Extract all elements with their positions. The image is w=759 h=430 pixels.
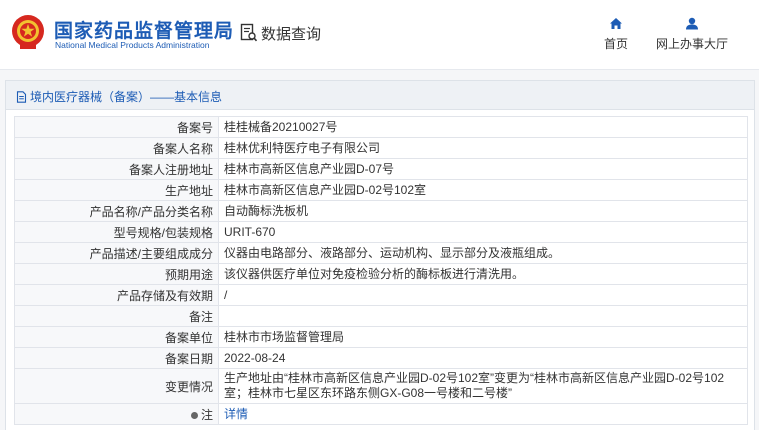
- nav-online-office[interactable]: 网上办事大厅: [652, 17, 732, 52]
- row-value: 桂林市市场监督管理局: [218, 326, 748, 348]
- row-value: 详情: [218, 403, 748, 425]
- pin-icon: [190, 411, 198, 419]
- table-row: 注 详情: [14, 403, 748, 425]
- table-row: 变更情况 生产地址由“桂林市高新区信息产业园D-02号102室”变更为“桂林市高…: [14, 368, 748, 404]
- row-key: 变更情况: [14, 368, 219, 404]
- row-value: /: [218, 284, 748, 306]
- row-key: 备案人注册地址: [14, 158, 219, 180]
- row-value: [218, 305, 748, 327]
- row-value: 2022-08-24: [218, 347, 748, 369]
- row-key: 备案日期: [14, 347, 219, 369]
- panel-header: 境内医疗器械（备案）——基本信息: [6, 81, 754, 110]
- row-key: 备案人名称: [14, 137, 219, 159]
- row-value: URIT-670: [218, 221, 748, 243]
- nav-home-label: 首页: [603, 37, 628, 51]
- row-value: 该仪器供医疗单位对免疫检验分析的酶标板进行清洗用。: [218, 263, 748, 285]
- table-row: 产品名称/产品分类名称 自动酶标洗板机: [14, 200, 748, 222]
- home-icon: [610, 18, 622, 29]
- panel-title-text: 境内医疗器械（备案）——基本信息: [30, 90, 223, 104]
- row-value: 桂林优利特医疗电子有限公司: [218, 137, 748, 159]
- row-value: 桂林市高新区信息产业园D-02号102室: [218, 179, 748, 201]
- data-query-label: 数据查询: [261, 25, 322, 43]
- national-emblem-icon: [12, 15, 44, 49]
- table-row: 产品描述/主要组成成分 仪器由电路部分、液路部分、运动机构、显示部分及液瓶组成。: [14, 242, 748, 264]
- row-key: 生产地址: [14, 179, 219, 201]
- site-title: 国家药品监督管理局: [54, 21, 235, 42]
- document-search-icon: [240, 23, 258, 42]
- detail-link[interactable]: 详情: [224, 407, 248, 421]
- site-subtitle: National Medical Products Administration: [55, 40, 210, 50]
- document-icon: [16, 90, 27, 103]
- info-panel: 境内医疗器械（备案）——基本信息 备案号 桂桂械备20210027号 备案人名称…: [5, 80, 755, 430]
- site-header: 国家药品监督管理局 National Medical Products Admi…: [0, 0, 759, 70]
- table-row: 备案号 桂桂械备20210027号: [14, 116, 748, 138]
- row-key: 预期用途: [14, 263, 219, 285]
- table-row: 产品存储及有效期 /: [14, 284, 748, 306]
- row-key: 型号规格/包装规格: [14, 221, 219, 243]
- row-value: 仪器由电路部分、液路部分、运动机构、显示部分及液瓶组成。: [218, 242, 748, 264]
- row-value: 生产地址由“桂林市高新区信息产业园D-02号102室”变更为“桂林市高新区信息产…: [218, 368, 748, 404]
- table-row: 备案人注册地址 桂林市高新区信息产业园D-07号: [14, 158, 748, 180]
- nav-home[interactable]: 首页: [601, 17, 631, 52]
- row-value: 桂桂械备20210027号: [218, 116, 748, 138]
- row-value: 桂林市高新区信息产业园D-07号: [218, 158, 748, 180]
- table-row: 预期用途 该仪器供医疗单位对免疫检验分析的酶标板进行清洗用。: [14, 263, 748, 285]
- user-icon: [686, 17, 698, 30]
- row-value: 自动酶标洗板机: [218, 200, 748, 222]
- row-key: 备案号: [14, 116, 219, 138]
- table-row: 备案单位 桂林市市场监督管理局: [14, 326, 748, 348]
- row-key-text: 注: [200, 407, 213, 422]
- row-key: 注: [14, 403, 219, 425]
- row-key: 产品名称/产品分类名称: [14, 200, 219, 222]
- table-row: 生产地址 桂林市高新区信息产业园D-02号102室: [14, 179, 748, 201]
- row-key: 产品存储及有效期: [14, 284, 219, 306]
- row-key: 备案单位: [14, 326, 219, 348]
- row-key: 备注: [14, 305, 219, 327]
- table-row: 备案日期 2022-08-24: [14, 347, 748, 369]
- table-row: 备注: [14, 305, 748, 327]
- table-row: 备案人名称 桂林优利特医疗电子有限公司: [14, 137, 748, 159]
- panel-title: 境内医疗器械（备案）——基本信息: [16, 88, 222, 105]
- data-query-link[interactable]: 数据查询: [240, 22, 321, 44]
- nav-online-office-label: 网上办事大厅: [655, 37, 728, 51]
- info-table: 备案号 桂桂械备20210027号 备案人名称 桂林优利特医疗电子有限公司 备案…: [14, 116, 748, 425]
- row-key: 产品描述/主要组成成分: [14, 242, 219, 264]
- table-row: 型号规格/包装规格 URIT-670: [14, 221, 748, 243]
